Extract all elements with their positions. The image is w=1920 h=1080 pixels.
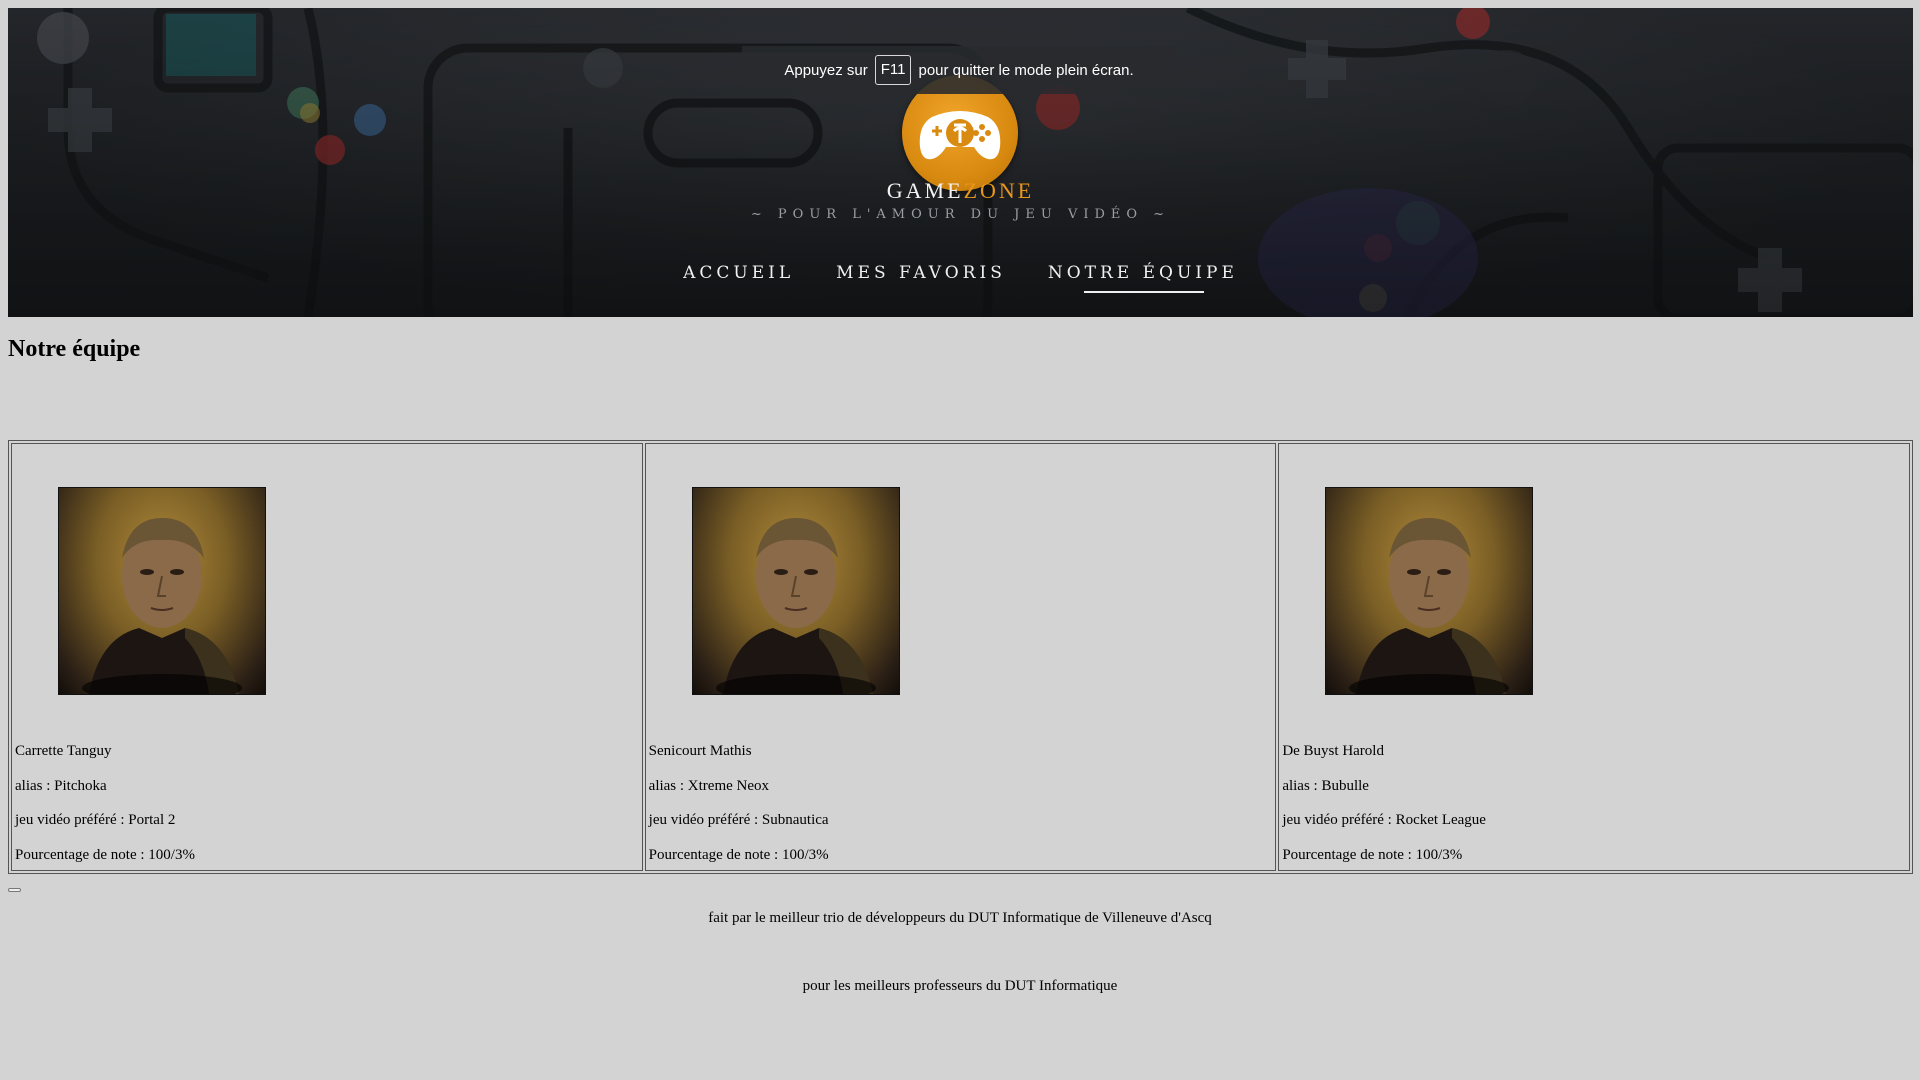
member-photo bbox=[58, 487, 266, 695]
nav-notre-equipe[interactable]: NOTRE ÉQUIPE bbox=[1048, 263, 1238, 293]
nav-accueil[interactable]: ACCUEIL bbox=[683, 263, 794, 293]
member-name: Carrette Tanguy bbox=[15, 743, 112, 759]
member-name: De Buyst Harold bbox=[1282, 743, 1384, 759]
brand-game: GAME bbox=[886, 178, 964, 203]
member-card: Carrette Tanguy alias : Pitchoka jeu vid… bbox=[11, 443, 643, 871]
member-name: Senicourt Mathis bbox=[648, 743, 752, 759]
member-photo bbox=[691, 487, 900, 695]
fullscreen-notice: Appuyez sur F11 pour quitter le mode ple… bbox=[742, 46, 1176, 94]
member-alias: alias : Pitchoka bbox=[15, 777, 107, 794]
table-row: Carrette Tanguy alias : Pitchoka jeu vid… bbox=[11, 443, 1910, 871]
fullscreen-notice-before: Appuyez sur bbox=[784, 61, 868, 79]
page-title: Notre équipe bbox=[8, 336, 141, 362]
portrait-image bbox=[1349, 518, 1510, 694]
member-favorite-game: jeu vidéo préféré : Rocket League bbox=[1282, 812, 1486, 828]
portrait-image bbox=[82, 518, 242, 694]
member-info: Carrette Tanguy alias : Pitchoka jeu vid… bbox=[15, 734, 195, 872]
member-photo bbox=[1325, 487, 1534, 695]
member-info: De Buyst Harold alias : Bubulle jeu vidé… bbox=[1282, 734, 1486, 872]
f11-key: F11 bbox=[874, 55, 912, 85]
footer-credits: fait par le meilleur trio de développeur… bbox=[708, 910, 1212, 926]
member-info: Senicourt Mathis alias : Xtreme Neox jeu… bbox=[649, 734, 829, 872]
member-grade: Pourcentage de note : 100/3% bbox=[15, 846, 195, 863]
footer-dedication: pour les meilleurs professeurs du DUT In… bbox=[802, 978, 1118, 994]
member-favorite-game: jeu vidéo préféré : Portal 2 bbox=[15, 812, 176, 828]
member-card: De Buyst Harold alias : Bubulle jeu vidé… bbox=[1278, 443, 1910, 871]
member-alias: alias : Xtreme Neox bbox=[648, 777, 770, 794]
member-alias: alias : Bubulle bbox=[1282, 777, 1369, 794]
team-table: Carrette Tanguy alias : Pitchoka jeu vid… bbox=[8, 440, 1913, 874]
member-card: Senicourt Mathis alias : Xtreme Neox jeu… bbox=[644, 443, 1277, 872]
site-brand: GAMEZONE bbox=[8, 178, 1913, 204]
nav-mes-favoris[interactable]: MES FAVORIS bbox=[836, 263, 1006, 293]
member-grade: Pourcentage de note : 100/3% bbox=[648, 846, 829, 863]
brand-zone: ZONE bbox=[963, 178, 1035, 203]
main-nav: ACCUEIL MES FAVORIS NOTRE ÉQUIPE bbox=[8, 263, 1913, 293]
fullscreen-notice-after: pour quitter le mode plein écran. bbox=[918, 61, 1134, 79]
empty-button[interactable] bbox=[8, 888, 21, 892]
member-grade: Pourcentage de note : 100/3% bbox=[1282, 846, 1463, 863]
site-tagline: ~ POUR L'AMOUR DU JEU VIDÉO ~ bbox=[750, 207, 1171, 222]
portrait-image bbox=[715, 518, 876, 694]
member-favorite-game: jeu vidéo préféré : Subnautica bbox=[648, 812, 829, 828]
